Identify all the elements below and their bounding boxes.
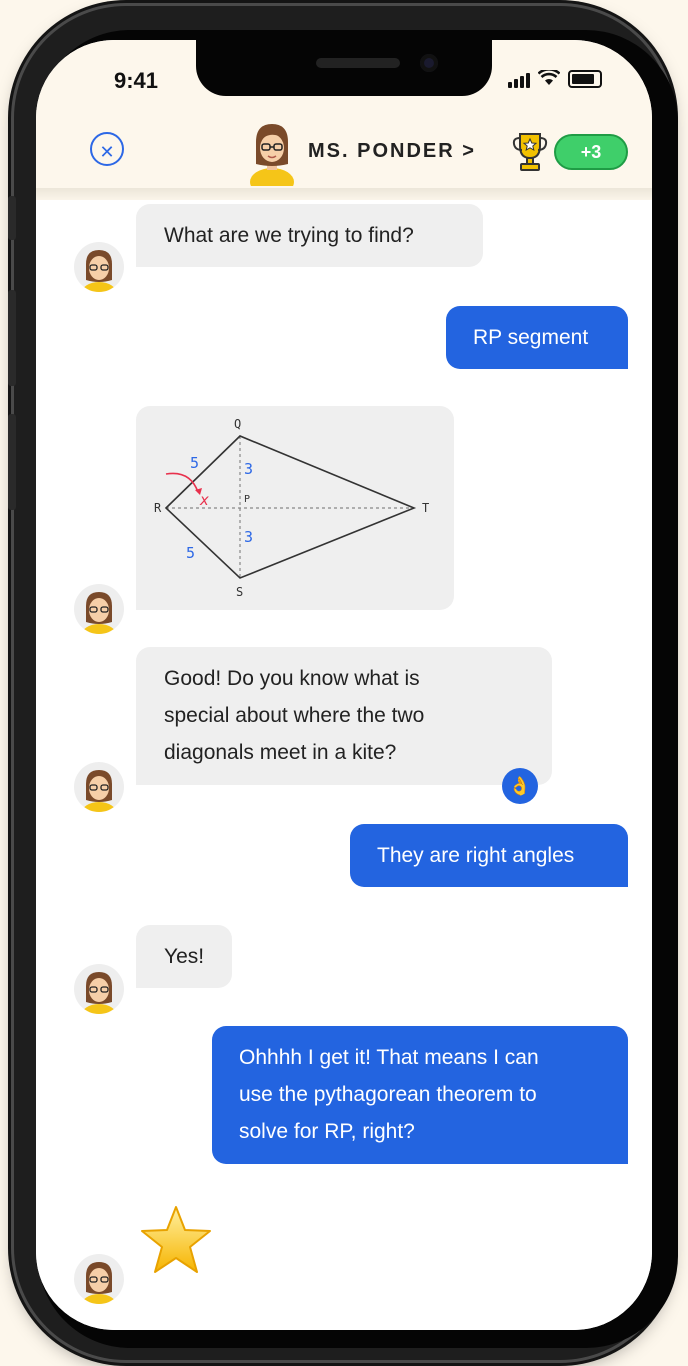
status-icons — [508, 68, 602, 88]
teacher-avatar[interactable] — [74, 964, 124, 1014]
side-label-qp: 3 — [244, 460, 253, 478]
message-line: Good! Do you know what is — [164, 667, 420, 690]
message-bubble-incoming: Yes! — [136, 925, 232, 988]
side-label-ps: 3 — [244, 528, 253, 546]
side-label-rs: 5 — [186, 544, 195, 562]
teacher-avatar-icon — [81, 250, 117, 292]
vertex-label-q: Q — [234, 417, 241, 431]
status-time: 9:41 — [114, 68, 159, 93]
teacher-avatar-icon — [81, 1262, 117, 1304]
battery-icon — [568, 70, 602, 88]
message-line: diagonals meet in a kite? — [164, 741, 397, 764]
message-bubble-outgoing: RP segment — [446, 306, 628, 369]
wifi-icon — [537, 68, 561, 88]
message-text: They are right angles — [377, 844, 575, 867]
signal-icon — [508, 73, 530, 88]
message-bubble-outgoing: They are right angles — [350, 824, 628, 887]
vertex-label-p: P — [244, 494, 250, 505]
message-line: solve for RP, right? — [239, 1120, 415, 1143]
ok-hand-icon[interactable]: 👌 — [502, 768, 538, 804]
side-label-rq: 5 — [190, 454, 199, 472]
teacher-avatar[interactable] — [74, 1254, 124, 1304]
unknown-label-x: x — [199, 491, 209, 509]
chat-thread[interactable]: What are we trying to find? RP segment Q — [36, 200, 652, 1330]
points-badge[interactable]: +3 — [554, 134, 628, 170]
phone-volume-up — [8, 290, 16, 386]
message-text: Yes! — [164, 945, 205, 968]
phone-screen: 9:41 ✕ MS. PONDER > +3 What are we tryin… — [36, 40, 652, 1330]
kite-diagram: Q R S T P 5 3 3 5 x — [154, 417, 429, 599]
phone-volume-down — [8, 414, 16, 510]
message-bubble-incoming: What are we trying to find? — [136, 204, 483, 267]
message-line: Ohhhh I get it! That means I can — [239, 1046, 539, 1069]
message-line: special about where the two — [164, 704, 425, 727]
teacher-avatar[interactable] — [74, 762, 124, 812]
speaker-grille — [316, 58, 400, 68]
message-line: use the pythagorean theorem to — [239, 1083, 537, 1106]
star-icon[interactable] — [138, 1204, 214, 1276]
trophy-icon[interactable] — [512, 132, 548, 172]
message-text: RP segment — [473, 326, 589, 349]
notch — [196, 40, 492, 96]
message-bubble-incoming: Good! Do you know what is special about … — [136, 647, 552, 785]
message-text: What are we trying to find? — [164, 224, 414, 247]
teacher-avatar[interactable] — [74, 584, 124, 634]
teacher-avatar-icon — [81, 592, 117, 634]
vertex-label-t: T — [422, 501, 429, 515]
teacher-avatar-icon — [81, 972, 117, 1014]
teacher-avatar[interactable] — [74, 242, 124, 292]
close-button[interactable]: ✕ — [90, 132, 124, 166]
camera-icon — [420, 54, 438, 72]
message-bubble-outgoing: Ohhhh I get it! That means I can use the… — [212, 1026, 628, 1164]
vertex-label-r: R — [154, 501, 162, 515]
phone-mute-switch — [8, 196, 16, 240]
teacher-name-link[interactable]: MS. PONDER > — [308, 140, 476, 163]
teacher-avatar[interactable] — [248, 120, 296, 186]
vertex-label-s: S — [236, 585, 243, 599]
close-icon: ✕ — [99, 142, 115, 162]
kite-diagram-image[interactable]: Q R S T P 5 3 3 5 x — [136, 406, 454, 610]
teacher-avatar-icon — [81, 770, 117, 812]
